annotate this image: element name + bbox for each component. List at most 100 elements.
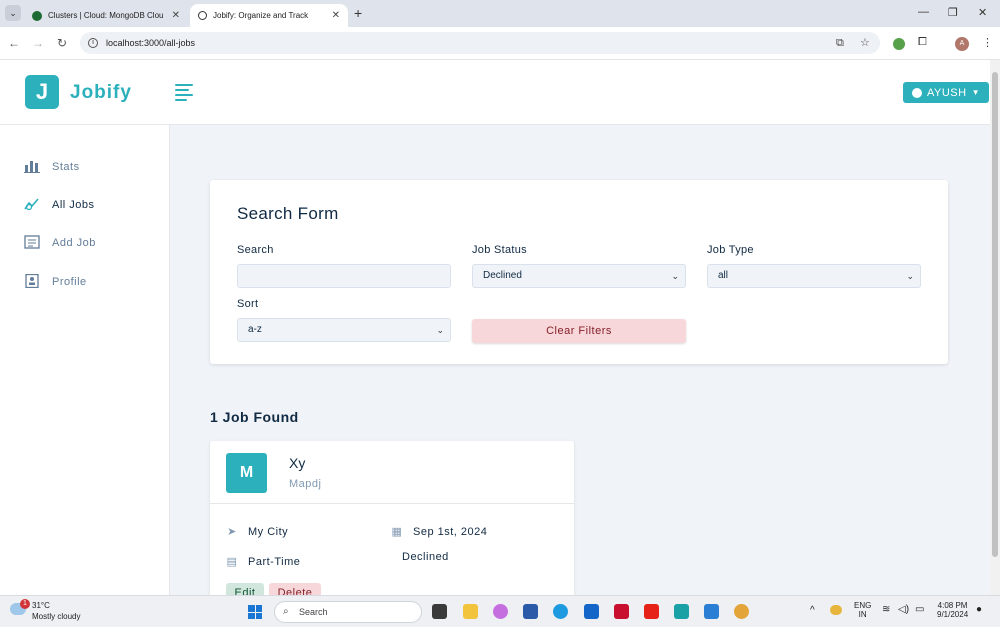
calendar-icon: ▦ [391,526,403,538]
sort-value: a-z [248,324,262,335]
sidebar-item-label: Add Job [52,237,96,249]
job-type-label: Job Type [707,244,754,256]
sidebar-item-label: Stats [52,161,80,173]
url-field[interactable]: i localhost:3000/all-jobs ⧉ ☆ [80,32,880,54]
mcafee-icon[interactable] [614,604,629,619]
profile-avatar[interactable]: A [955,37,969,51]
new-tab-button[interactable]: + [354,5,362,21]
sidebar: Stats All Jobs Add Job Profile [0,125,170,595]
close-window-button[interactable]: ✕ [978,6,987,19]
sidebar-toggle-icon[interactable] [175,84,193,101]
extension-green-icon[interactable] [893,38,905,50]
briefcase-icon: ▤ [226,556,238,568]
logo-icon: J [25,75,59,109]
sidebar-item-stats[interactable]: Stats [24,157,80,177]
language-code: ENG [854,601,872,610]
user-menu-button[interactable]: AYUSH ▼ [903,82,989,103]
user-name: AYUSH [926,86,967,99]
sidebar-item-add-job[interactable]: Add Job [24,233,96,253]
youtube-icon[interactable] [644,604,659,619]
tab-title: Jobify: Organize and Track [213,11,309,20]
job-status-value: Declined [483,270,522,281]
edge-icon[interactable] [553,604,568,619]
tab-search-button[interactable]: ⌄ [5,5,21,21]
site-info-icon[interactable]: i [88,38,98,48]
sidebar-item-profile[interactable]: Profile [24,272,87,292]
clock-time: 4:08 PM [937,601,968,610]
copilot-icon[interactable] [493,604,508,619]
close-tab-icon[interactable]: ✕ [172,10,180,21]
temperature: 31°C [32,601,50,610]
job-position: Xy [289,455,306,471]
clock-date: 9/1/2024 [937,610,969,619]
job-date-text: Sep 1st, 2024 [413,525,488,538]
sidebar-item-label: Profile [52,276,87,288]
onedrive-icon[interactable] [830,605,842,615]
job-status-badge: Declined [402,551,449,563]
search-form-title: Search Form [237,204,339,223]
task-view-icon[interactable] [432,604,447,619]
clock[interactable]: 4:08 PM 9/1/2024 [937,601,968,619]
windows-start-icon[interactable] [248,605,262,619]
app-teal-icon[interactable] [674,604,689,619]
job-location-text: My City [248,525,289,538]
jobs-found-heading: 1 Job Found [210,409,299,425]
company-avatar: M [226,453,267,493]
job-type-select[interactable]: all ⌄ [707,264,921,288]
chevron-down-icon: ⌄ [436,325,444,335]
sidebar-item-label: All Jobs [52,199,95,211]
profile-card-icon [24,273,40,290]
delete-job-button[interactable]: Delete [269,583,321,595]
taskbar-search[interactable]: ⌕ Search [274,601,422,623]
search-form-card: Search Form Search Job Status Declined ⌄… [210,180,948,364]
reload-icon[interactable]: ↻ [57,36,67,50]
taskbar: 1 31°C Mostly cloudy ⌕ Search ^ ENG IN ≋… [0,595,1000,627]
search-input[interactable] [237,264,451,288]
browser-tab-mongodb[interactable]: Clusters | Cloud: MongoDB Clou ✕ [24,4,188,27]
chevron-up-icon[interactable]: ^ [810,605,815,616]
address-bar-row: ← → ↻ i localhost:3000/all-jobs ⧉ ☆ ⧠ A … [0,27,1000,60]
job-date: ▦ Sep 1st, 2024 [391,525,488,539]
language-indicator[interactable]: ENG IN [854,601,871,619]
job-type-value: all [718,270,729,281]
forward-arrow-icon[interactable]: → [32,36,44,50]
sidebar-item-all-jobs[interactable]: All Jobs [24,195,95,215]
back-arrow-icon[interactable]: ← [8,36,20,50]
close-tab-icon[interactable]: ✕ [332,10,340,21]
install-app-icon[interactable]: ⧉ [836,32,844,54]
app-viewport: J Jobify AYUSH ▼ Stats All Jobs Add Job … [0,60,990,595]
query-stats-icon [24,197,40,213]
minimize-button[interactable]: — [918,6,929,18]
job-status-label: Job Status [472,244,527,256]
edit-job-button[interactable]: Edit [226,583,264,595]
caret-down-icon: ▼ [971,88,980,97]
restore-button[interactable]: ❐ [948,6,958,19]
battery-icon[interactable]: ▭ [915,604,924,615]
extensions-puzzle-icon[interactable]: ⧠ [918,36,927,49]
stats-chart-icon [24,159,40,175]
vscode-icon[interactable] [704,604,719,619]
chrome-icon[interactable] [734,604,749,619]
mongodb-leaf-icon [32,10,42,21]
notification-bell-icon[interactable]: ● [976,604,982,615]
search-globe-icon [198,11,207,20]
wifi-icon[interactable]: ≋ [882,604,890,615]
sort-select[interactable]: a-z ⌄ [237,318,451,342]
volume-icon[interactable]: ◁) [898,604,909,615]
weather-condition: Mostly cloudy [32,612,81,621]
user-circle-icon [911,87,922,98]
file-explorer-icon[interactable] [463,604,478,619]
clear-filters-button[interactable]: Clear Filters [472,319,686,343]
location-arrow-icon: ➤ [227,526,237,538]
scrollbar-thumb[interactable] [992,72,998,557]
sort-label: Sort [237,298,259,310]
logo-text: Jobify [70,82,132,103]
browser-tab-jobify[interactable]: Jobify: Organize and Track ✕ [190,4,348,27]
job-card-header: M Xy Mapdj [210,441,574,504]
page-scrollbar[interactable] [990,60,1000,595]
outlook-icon[interactable] [584,604,599,619]
store-icon[interactable] [523,604,538,619]
bookmark-star-icon[interactable]: ☆ [860,32,870,54]
browser-menu-icon[interactable]: ⋮ [982,36,993,49]
job-status-select[interactable]: Declined ⌄ [472,264,686,288]
